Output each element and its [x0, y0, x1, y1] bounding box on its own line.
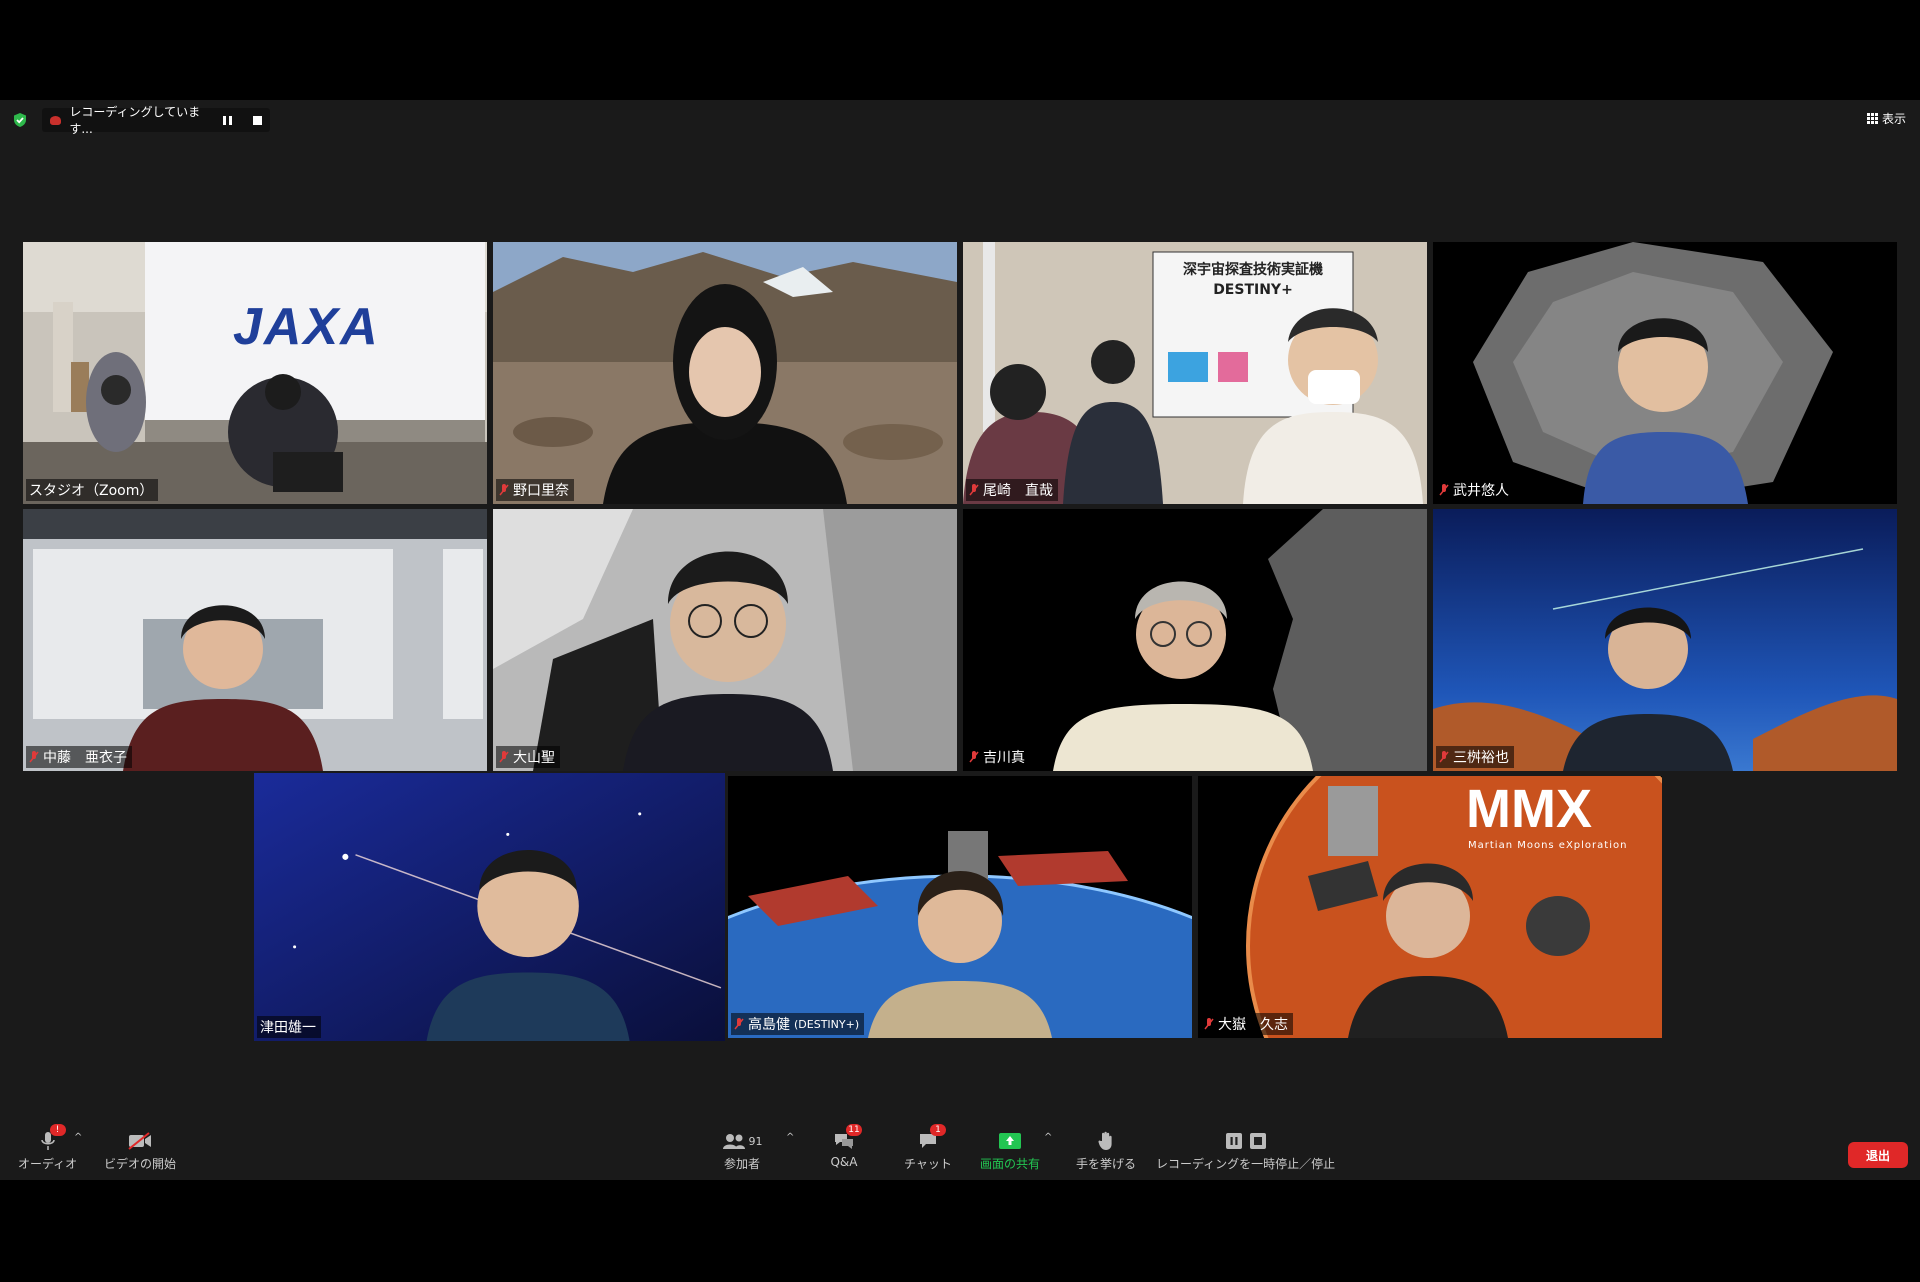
audio-options-caret-icon[interactable]: ^ — [74, 1132, 82, 1143]
recording-status-text: レコーディングしています... — [69, 105, 201, 136]
night-sky-background — [1433, 509, 1897, 771]
video-tile[interactable]: 深宇宙探査技術実証機 DESTINY+ 尾崎 直哉 — [963, 242, 1427, 504]
video-tile-active-speaker[interactable]: 津田雄一 — [254, 773, 725, 1041]
participant-name-label: 中藤 亜衣子 — [26, 746, 132, 768]
muted-mic-icon — [1439, 751, 1449, 763]
view-label: 表示 — [1881, 112, 1906, 126]
zoom-meeting-window: レコーディングしています... 表示 JAXA スタジオ（Zoom） 野口里奈 … — [0, 100, 1920, 1180]
cleanroom-background — [23, 509, 487, 771]
destiny-poster-text: 深宇宙探査技術実証機 DESTINY+ — [1183, 262, 1323, 298]
video-tile[interactable]: 野口里奈 — [493, 242, 957, 504]
qa-count-badge: 11 — [846, 1124, 862, 1136]
muted-mic-icon — [1439, 484, 1449, 496]
lunar-cave-background — [493, 509, 957, 771]
pause-recording-icon[interactable] — [223, 115, 232, 125]
shield-check-icon[interactable] — [12, 112, 28, 128]
meeting-toolbar: ! オーディオ ^ ビデオの開始 91 参加者 ^ 11 Q&A 1 チャット … — [0, 1100, 1920, 1180]
participant-name-label: 三桝裕也 — [1436, 746, 1514, 768]
participant-name-label: 武井悠人 — [1436, 479, 1514, 501]
video-off-icon — [128, 1132, 151, 1150]
starry-sky-background — [254, 773, 725, 1041]
video-tile[interactable]: 大山聖 — [493, 509, 957, 771]
raise-hand-button[interactable]: 手を挙げる — [1076, 1130, 1136, 1172]
muted-mic-icon — [499, 484, 509, 496]
participant-name-label: 大嶽 久志 — [1201, 1013, 1293, 1035]
video-tile[interactable]: 武井悠人 — [1433, 242, 1897, 504]
participant-name-label: 吉川真 — [966, 746, 1030, 768]
jaxa-logo-text: JAXA — [233, 298, 380, 356]
start-video-button[interactable]: ビデオの開始 — [104, 1130, 176, 1172]
audio-button[interactable]: ! オーディオ — [18, 1124, 77, 1172]
audio-alert-badge: ! — [49, 1124, 66, 1136]
raise-hand-icon — [1098, 1131, 1112, 1150]
participant-name-label: 津田雄一 — [257, 1016, 321, 1038]
asteroid-closeup-background — [963, 509, 1427, 771]
muted-mic-icon — [969, 484, 979, 496]
muted-mic-icon — [499, 751, 509, 763]
muted-mic-icon — [969, 751, 979, 763]
participants-icon — [722, 1134, 745, 1149]
chat-count-badge: 1 — [929, 1124, 946, 1136]
stop-recording-icon[interactable] — [1249, 1132, 1267, 1150]
muted-mic-icon — [734, 1018, 744, 1030]
mmx-logo-text: MMX — [1466, 779, 1592, 839]
participant-name-label: 野口里奈 — [496, 479, 574, 501]
participants-count: 91 — [748, 1134, 763, 1148]
muted-mic-icon — [1204, 1018, 1214, 1030]
studio-background — [23, 242, 487, 504]
recording-indicator: レコーディングしています... — [42, 105, 270, 136]
share-options-caret-icon[interactable]: ^ — [1044, 1132, 1052, 1143]
stop-recording-icon[interactable] — [253, 115, 262, 125]
video-tile[interactable]: 三桝裕也 — [1433, 509, 1897, 771]
pause-recording-icon[interactable] — [1225, 1132, 1243, 1150]
cloud-recording-icon — [50, 115, 62, 125]
video-tile[interactable]: JAXA スタジオ（Zoom） — [23, 242, 487, 504]
share-screen-button[interactable]: 画面の共有 — [980, 1130, 1040, 1172]
mountain-background — [493, 242, 957, 504]
participants-button[interactable]: 91 参加者 — [718, 1130, 766, 1172]
participant-name-label: 大山聖 — [496, 746, 560, 768]
participant-name-label: 高島健 (DESTINY+) — [731, 1013, 865, 1035]
asteroid-ryugu-background — [1433, 242, 1897, 504]
share-screen-icon — [999, 1133, 1021, 1149]
participant-name-label: スタジオ（Zoom） — [26, 479, 159, 501]
pause-stop-recording-button[interactable]: レコーディングを一時停止／停止 — [1156, 1130, 1335, 1172]
spacecraft-earth-background — [728, 776, 1192, 1038]
video-tile[interactable]: 吉川真 — [963, 509, 1427, 771]
participants-options-caret-icon[interactable]: ^ — [786, 1132, 794, 1143]
video-tile[interactable]: 中藤 亜衣子 — [23, 509, 487, 771]
qa-button[interactable]: 11 Q&A — [830, 1124, 862, 1169]
video-tile[interactable]: MMX Martian Moons eXploration 大嶽 久志 — [1198, 776, 1662, 1038]
mmx-mars-background — [1198, 776, 1662, 1038]
participant-name-label: 尾崎 直哉 — [966, 479, 1058, 501]
leave-meeting-button[interactable]: 退出 — [1848, 1142, 1908, 1168]
view-button[interactable]: 表示 — [1866, 110, 1906, 127]
grid-view-icon — [1866, 113, 1878, 124]
video-tile[interactable]: 高島健 (DESTINY+) — [728, 776, 1192, 1038]
muted-mic-icon — [29, 751, 39, 763]
chat-button[interactable]: 1 チャット — [904, 1124, 952, 1172]
recording-controls — [223, 115, 262, 125]
mmx-subtitle-text: Martian Moons eXploration — [1468, 840, 1628, 851]
